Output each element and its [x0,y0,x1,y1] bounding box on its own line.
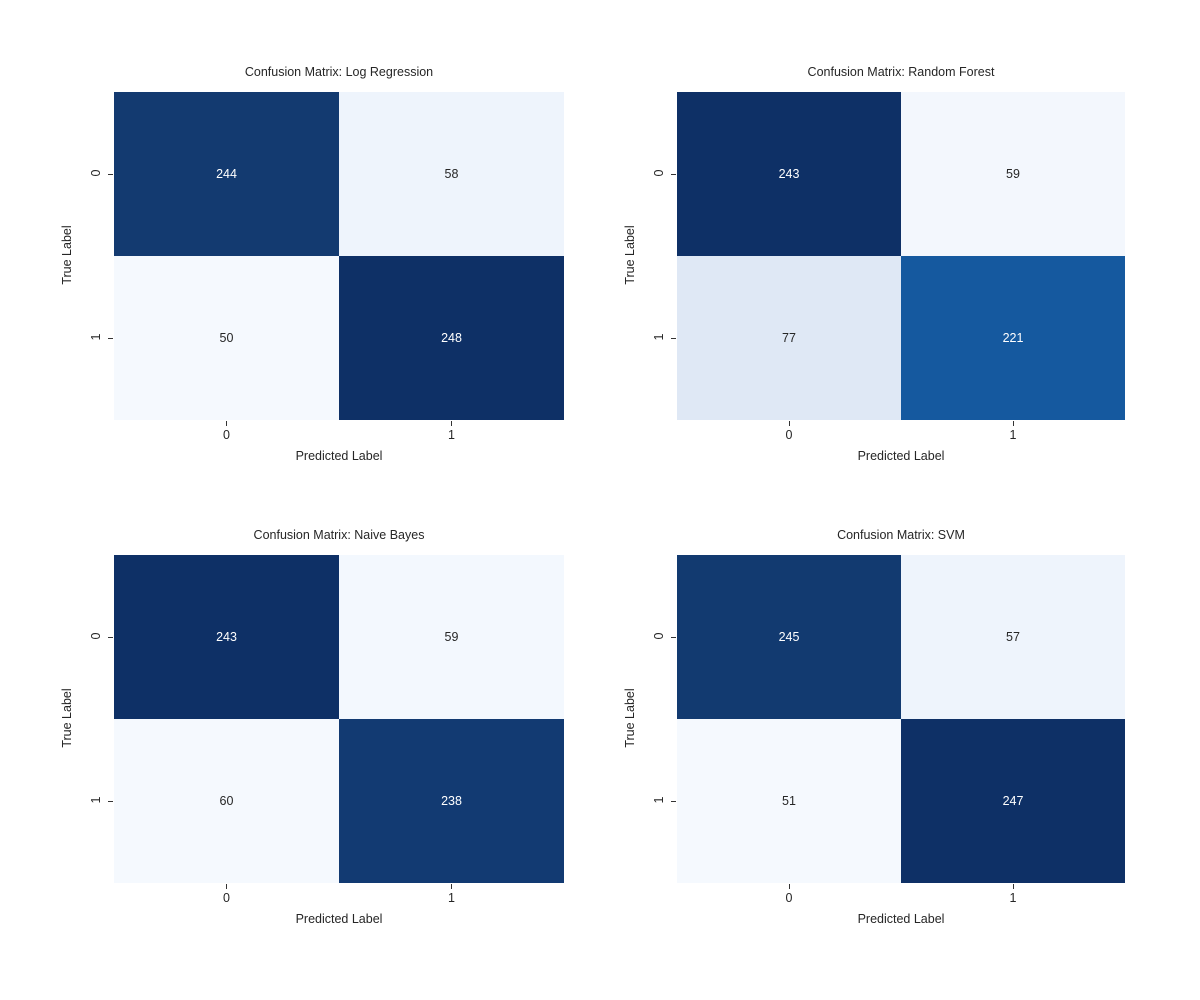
heatmap-cell: 247 [901,719,1125,883]
heatmap-cell: 248 [339,256,564,420]
y-tick-mark [671,800,676,802]
x-tick-mark [226,884,228,889]
x-tick-label: 0 [223,891,230,905]
confusion-matrix-subplot: Confusion Matrix: SVM 245 57 51 247 0 1 0 1 Predi… [597,528,1125,946]
heatmap-cell: 221 [901,256,1125,420]
x-tick-label: 1 [448,428,455,442]
heatmap-cell-value: 57 [1006,629,1020,644]
y-tick-label: 1 [89,333,103,341]
heatmap-cell: 243 [677,92,901,256]
heatmap-cell-value: 247 [1002,793,1024,808]
heatmap-cell-value: 59 [1006,166,1020,181]
figure-canvas: Confusion Matrix: Log Regression 244 58 50 2… [0,0,1200,1000]
heatmap-cell-value: 60 [219,793,234,808]
heatmap-cell: 57 [901,555,1125,719]
confusion-matrix-subplot: Confusion Matrix: Log Regression 244 58 50 2… [34,65,564,483]
heatmap-cell-value: 244 [216,166,237,181]
heatmap-cell: 245 [677,555,901,719]
x-tick-label: 0 [785,428,793,442]
heatmap-cell: 50 [114,256,339,420]
x-axis-label: Predicted Label [295,912,383,926]
y-tick-label: 1 [652,333,666,341]
y-tick-label: 0 [652,632,666,640]
heatmap-cell: 244 [114,92,339,256]
y-tick-label: 0 [89,632,103,640]
subplot-title: Confusion Matrix: Naive Bayes [253,528,425,542]
heatmap-cell-value: 77 [782,330,796,345]
confusion-matrix-subplot: Confusion Matrix: Random Forest 243 59 77 22… [597,65,1125,483]
subplot-title: Confusion Matrix: SVM [837,528,965,542]
heatmap-cell-value: 221 [1002,330,1024,345]
heatmap-cell-value: 248 [441,330,462,345]
y-tick-mark [108,173,113,175]
y-tick-mark [671,337,676,339]
heatmap-cell-value: 58 [444,166,459,181]
x-tick-mark [451,421,453,426]
x-tick-mark [788,884,790,889]
y-axis-label: True Label [623,225,637,285]
x-tick-label: 1 [1009,891,1017,905]
heatmap-cell: 60 [114,719,339,883]
y-tick-label: 0 [89,169,103,177]
x-tick-mark [788,421,790,426]
heatmap-axes: 244 58 50 248 [114,92,564,420]
heatmap-axes: 245 57 51 247 [677,555,1125,883]
heatmap-cell-value: 243 [216,629,237,644]
subplot-title: Confusion Matrix: Random Forest [807,65,995,79]
heatmap-cell: 238 [339,719,564,883]
heatmap-cell: 51 [677,719,901,883]
heatmap-cell: 243 [114,555,339,719]
x-tick-mark [226,421,228,426]
y-tick-mark [108,800,113,802]
y-tick-mark [671,173,676,175]
heatmap-cell-value: 245 [778,629,800,644]
heatmap-cell-value: 243 [778,166,800,181]
y-tick-label: 1 [652,796,666,804]
y-tick-label: 0 [652,169,666,177]
x-tick-label: 0 [223,428,230,442]
heatmap-axes: 243 59 60 238 [114,555,564,883]
y-tick-mark [671,636,676,638]
heatmap-cell-value: 238 [441,793,462,808]
y-axis-label: True Label [60,688,74,748]
subplot-title: Confusion Matrix: Log Regression [244,65,434,79]
y-tick-mark [108,636,113,638]
heatmap-cell-value: 51 [782,793,796,808]
y-axis-label: True Label [60,225,74,285]
x-tick-label: 1 [1009,428,1017,442]
heatmap-cell: 59 [901,92,1125,256]
x-tick-mark [451,884,453,889]
x-axis-label: Predicted Label [857,912,945,926]
heatmap-cell: 77 [677,256,901,420]
y-tick-mark [108,337,113,339]
x-tick-mark [1012,421,1014,426]
x-axis-label: Predicted Label [857,449,945,463]
x-tick-label: 0 [785,891,793,905]
heatmap-cell: 59 [339,555,564,719]
heatmap-cell-value: 59 [444,629,459,644]
y-axis-label: True Label [623,688,637,748]
x-axis-label: Predicted Label [295,449,383,463]
x-tick-mark [1012,884,1014,889]
confusion-matrix-subplot: Confusion Matrix: Naive Bayes 243 59 60 238 0… [34,528,564,946]
y-tick-label: 1 [89,796,103,804]
heatmap-axes: 243 59 77 221 [677,92,1125,420]
heatmap-cell-value: 50 [219,330,234,345]
x-tick-label: 1 [448,891,455,905]
heatmap-cell: 58 [339,92,564,256]
